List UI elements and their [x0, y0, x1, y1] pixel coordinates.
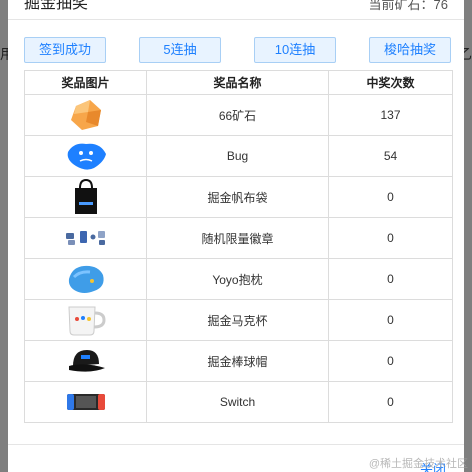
win-count: 0 — [328, 340, 453, 382]
prize-name: 掘金棒球帽 — [146, 340, 329, 382]
draw-all-button[interactable]: 梭哈抽奖 — [369, 37, 451, 63]
header-prize-image: 奖品图片 — [24, 70, 147, 95]
win-count: 0 — [328, 299, 453, 341]
prize-image-cell — [24, 340, 147, 382]
mug-icon — [67, 306, 106, 336]
cap-icon — [68, 350, 105, 372]
table-header-row: 奖品图片 奖品名称 中奖次数 — [24, 70, 453, 95]
prize-image-cell — [24, 176, 147, 218]
table-row: Bug 54 — [24, 135, 453, 177]
win-count: 137 — [328, 94, 453, 136]
ore-icon — [70, 100, 101, 130]
prize-name: Yoyo抱枕 — [146, 258, 329, 300]
tote-bag-icon — [74, 178, 97, 214]
win-count: 0 — [328, 258, 453, 300]
dialog-footer-divider — [8, 444, 464, 445]
header-prize-name: 奖品名称 — [146, 70, 329, 95]
dialog-header: 掘金抽奖 当前矿石：76 — [8, 0, 464, 20]
win-count: 0 — [328, 176, 453, 218]
switch-icon — [66, 394, 105, 410]
table-row: 随机限量徽章 0 — [24, 217, 453, 259]
prize-image-cell — [24, 135, 147, 177]
prize-name: 掘金帆布袋 — [146, 176, 329, 218]
prize-image-cell — [24, 299, 147, 341]
prize-name: 掘金马克杯 — [146, 299, 329, 341]
dialog-title: 掘金抽奖 — [24, 0, 89, 12]
draw-5-button[interactable]: 5连抽 — [139, 37, 221, 63]
bug-icon — [67, 143, 106, 170]
prize-image-cell — [24, 258, 147, 300]
prize-name: 随机限量徽章 — [146, 217, 329, 259]
prize-name: Bug — [146, 135, 329, 177]
table-row: 66矿石 137 — [24, 94, 453, 136]
prize-image-cell — [24, 217, 147, 259]
prize-name: 66矿石 — [146, 94, 329, 136]
draw-10-button[interactable]: 10连抽 — [254, 37, 336, 63]
checkin-button[interactable]: 签到成功 — [24, 37, 106, 63]
table-row: 掘金棒球帽 0 — [24, 340, 453, 382]
prize-table: 奖品图片 奖品名称 中奖次数 66矿石 137 Bug 54 掘金帆布袋 0 随… — [24, 70, 453, 423]
table-row: Switch 0 — [24, 381, 453, 423]
action-bar: 签到成功 5连抽 10连抽 梭哈抽奖 — [24, 37, 451, 63]
prize-image-cell — [24, 381, 147, 423]
watermark: @稀土掘金技术社区 — [368, 458, 468, 470]
prize-image-cell — [24, 94, 147, 136]
win-count: 0 — [328, 381, 453, 423]
header-win-count: 中奖次数 — [328, 70, 453, 95]
prize-name: Switch — [146, 381, 329, 423]
table-row: 掘金帆布袋 0 — [24, 176, 453, 218]
table-row: 掘金马克杯 0 — [24, 299, 453, 341]
table-row: Yoyo抱枕 0 — [24, 258, 453, 300]
lottery-dialog: 掘金抽奖 当前矿石：76 签到成功 5连抽 10连抽 梭哈抽奖 奖品图片 奖品名… — [8, 0, 464, 472]
win-count: 54 — [328, 135, 453, 177]
current-points: 当前矿石：76 — [368, 0, 448, 12]
pillow-icon — [68, 265, 104, 293]
badge-icon — [65, 231, 105, 245]
win-count: 0 — [328, 217, 453, 259]
